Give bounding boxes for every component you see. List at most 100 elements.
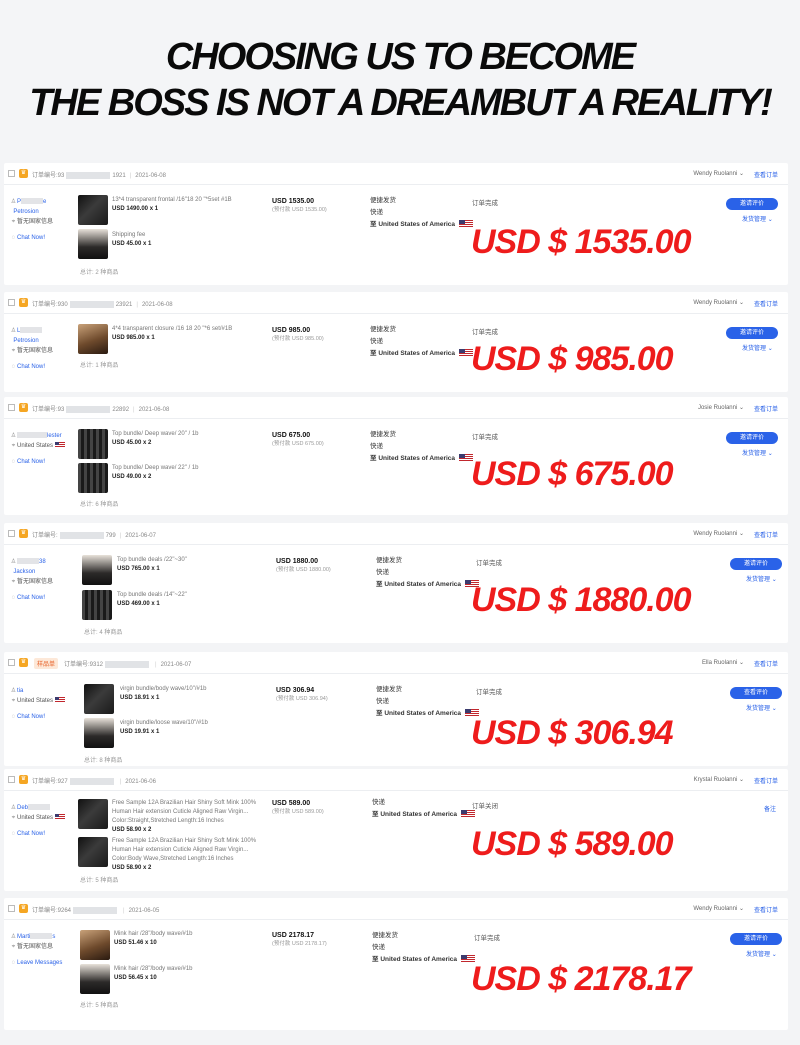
product-thumbnail[interactable] <box>78 429 108 459</box>
order-card: ♛ 订单编号:927 | 2021-06-06 Krystal Ruolanni ⌄… <box>4 769 788 891</box>
chat-now-link[interactable]: ◌ Chat Now! <box>10 712 65 722</box>
product-thumbnail[interactable] <box>84 718 114 748</box>
product-thumbnail[interactable] <box>78 463 108 493</box>
shipping-info: 快递 至 United States of America <box>372 797 475 821</box>
buyer-info: ♙P e Petrosion ⌖ 暂无国家信息 ◌ Chat Now! <box>10 198 54 243</box>
highlight-price: USD $ 306.94 <box>471 714 674 752</box>
invite-review-button[interactable]: 邀请评价 <box>730 933 782 945</box>
ship-manage-link[interactable]: 发货管理 ⌄ <box>742 448 773 457</box>
buyer-name[interactable]: lester <box>17 432 62 439</box>
order-amount: USD 985.00 (预付款 USD 985.00) <box>272 327 324 342</box>
order-number: 订单编号:9312 | 2021-06-07 <box>64 660 192 668</box>
order-number: 订单编号:9264 | 2021-06-05 <box>32 906 160 914</box>
order-checkbox[interactable] <box>8 404 15 411</box>
invite-review-button[interactable]: 邀请评价 <box>726 327 778 339</box>
order-total-count: 总计: 4 种商品 <box>84 630 123 636</box>
invite-review-button[interactable]: 邀请评价 <box>726 432 778 444</box>
chat-now-link[interactable]: ◌ Chat Now! <box>10 593 53 603</box>
product-thumbnail[interactable] <box>82 555 112 585</box>
order-checkbox[interactable] <box>8 170 15 177</box>
seller-name[interactable]: Ella Ruolanni ⌄ <box>702 659 744 666</box>
seller-name[interactable]: Josie Ruolanni ⌄ <box>698 404 744 411</box>
seller-name[interactable]: Krystal Ruolanni ⌄ <box>694 776 744 783</box>
buyer-info: ♙Marti s ⌖ 暂无国家信息 ◌ Leave Messages <box>10 933 63 968</box>
highlight-price: USD $ 1880.00 <box>471 581 691 619</box>
product-thumbnail[interactable] <box>78 799 108 829</box>
view-order-link[interactable]: 查看订单 <box>754 404 778 413</box>
view-order-link[interactable]: 查看订单 <box>754 776 778 785</box>
crown-icon: ♛ <box>19 775 28 784</box>
order-amount: USD 1880.00 (预付款 USD 1880.00) <box>276 558 331 573</box>
view-order-link[interactable]: 查看订单 <box>754 530 778 539</box>
buyer-info: ♙Deb ⌖ United States ◌ Chat Now! <box>10 803 66 839</box>
view-order-link[interactable]: 查看订单 <box>754 170 778 179</box>
buyer-name[interactable]: Deb <box>17 804 51 811</box>
ship-manage-link[interactable]: 发货管理 ⌄ <box>742 343 773 352</box>
location-icon: ⌖ <box>11 944 16 950</box>
order-checkbox[interactable] <box>8 530 15 537</box>
view-order-link[interactable]: 查看订单 <box>754 299 778 308</box>
invite-review-button[interactable]: 邀请评价 <box>730 558 782 570</box>
order-number: 订单编号: 799 | 2021-06-07 <box>32 531 156 539</box>
product-thumbnail[interactable] <box>78 837 108 867</box>
order-total-count: 总计: 5 种商品 <box>80 878 119 884</box>
order-status: 订单完成 <box>476 560 502 567</box>
ship-manage-link[interactable]: 发货管理 ⌄ <box>746 949 777 958</box>
shipping-info: 便捷发货 快递 至 United States of America <box>370 195 473 231</box>
order-amount: USD 306.94 (预付款 USD 306.94) <box>276 687 328 702</box>
user-icon: ♙ <box>10 328 17 334</box>
invite-review-button[interactable]: 邀请评价 <box>726 198 778 210</box>
user-icon: ♙ <box>10 199 17 205</box>
chat-icon: ◌ <box>11 459 16 465</box>
product-thumbnail[interactable] <box>80 930 110 960</box>
view-order-link[interactable]: 查看订单 <box>754 905 778 914</box>
shipping-info: 便捷发货 快递 至 United States of America <box>376 684 479 720</box>
crown-icon: ♛ <box>19 169 28 178</box>
order-number: 订单编号:93 1921 | 2021-06-08 <box>32 171 166 179</box>
highlight-price: USD $ 1535.00 <box>471 223 691 261</box>
shipping-info: 便捷发货 快递 至 United States of America <box>372 930 475 966</box>
chat-icon: ◌ <box>11 364 16 370</box>
product-thumbnail[interactable] <box>78 195 108 225</box>
view-order-link[interactable]: 查看订单 <box>754 659 778 668</box>
crown-icon: ♛ <box>19 904 28 913</box>
product-thumbnail[interactable] <box>84 684 114 714</box>
order-item: virgin bundle/body wave/10"/#1b USD 18.9… <box>120 686 207 701</box>
headline-line-1: CHOOSING US TO BECOME <box>165 36 636 78</box>
order-header: ♛ 订单编号:9264 | 2021-06-05 Wendy Ruolanni ⌄ … <box>4 898 788 920</box>
product-thumbnail[interactable] <box>78 229 108 259</box>
order-amount: USD 589.00 (预付款 USD 589.00) <box>272 800 324 815</box>
highlight-price: USD $ 675.00 <box>471 455 674 493</box>
order-checkbox[interactable] <box>8 299 15 306</box>
crown-icon: ♛ <box>19 658 28 667</box>
seller-name[interactable]: Wendy Ruolanni ⌄ <box>693 299 744 306</box>
ship-manage-link[interactable]: 发货管理 ⌄ <box>746 703 777 712</box>
chat-now-link[interactable]: ◌ Chat Now! <box>10 362 53 372</box>
buyer-name[interactable]: Marti s <box>17 933 55 940</box>
buyer-name[interactable]: tia <box>17 688 23 694</box>
order-header: ♛ 订单编号:927 | 2021-06-06 Krystal Ruolanni ⌄… <box>4 769 788 791</box>
order-status: 订单完成 <box>472 200 498 207</box>
chat-now-link[interactable]: ◌ Chat Now! <box>10 233 53 243</box>
order-checkbox[interactable] <box>8 776 15 783</box>
order-date: 2021-06-05 <box>128 908 160 914</box>
product-thumbnail[interactable] <box>78 324 108 354</box>
order-checkbox[interactable] <box>8 659 15 666</box>
view-review-button[interactable]: 查看评价 <box>730 687 782 699</box>
product-thumbnail[interactable] <box>82 590 112 620</box>
seller-name[interactable]: Wendy Ruolanni ⌄ <box>693 530 744 537</box>
seller-name[interactable]: Wendy Ruolanni ⌄ <box>693 170 744 177</box>
order-number: 订单编号:927 | 2021-06-06 <box>32 777 156 785</box>
chat-icon: ◌ <box>11 831 16 837</box>
chat-now-link[interactable]: ◌ Chat Now! <box>10 457 65 467</box>
remark-link[interactable]: 备注 <box>764 804 776 813</box>
chat-now-link[interactable]: ◌ Chat Now! <box>10 829 65 839</box>
product-thumbnail[interactable] <box>80 964 110 994</box>
order-date: 2021-06-08 <box>135 173 166 179</box>
seller-name[interactable]: Wendy Ruolanni ⌄ <box>693 905 744 912</box>
ship-manage-link[interactable]: 发货管理 ⌄ <box>742 214 773 223</box>
leave-messages-link[interactable]: ◌ Leave Messages <box>10 958 63 968</box>
order-total-count: 总计: 1 种商品 <box>80 363 119 369</box>
ship-manage-link[interactable]: 发货管理 ⌄ <box>746 574 777 583</box>
order-checkbox[interactable] <box>8 905 15 912</box>
